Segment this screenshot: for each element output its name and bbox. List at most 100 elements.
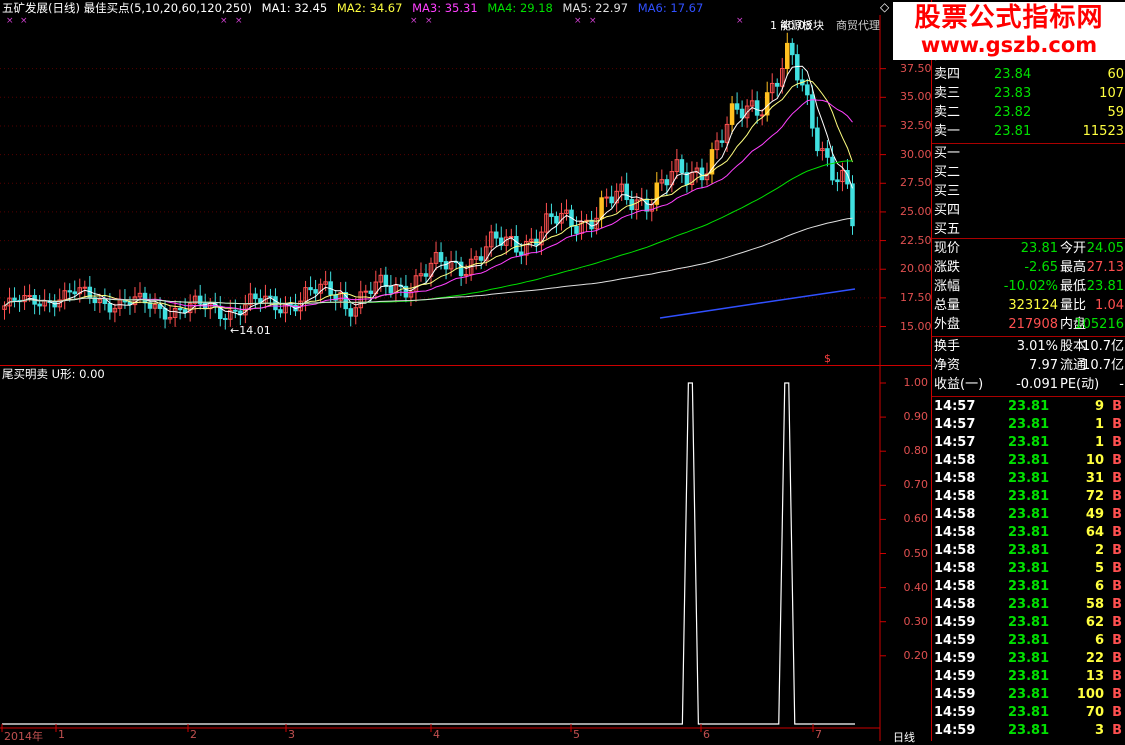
candle-body — [835, 179, 840, 183]
candle-body — [609, 196, 614, 204]
tick-row[interactable]: 14:59 23.81 62 B — [932, 614, 1125, 632]
price-chart[interactable]: × × × × × × × × × ←14.01 1 40.03 $ — [0, 0, 931, 366]
tick-price: 23.81 — [1008, 471, 1050, 486]
ask-row[interactable]: 卖三 23.83 107 — [932, 85, 1125, 103]
tick-row[interactable]: 14:58 23.81 58 B — [932, 596, 1125, 614]
ask-volume: 107 — [1099, 86, 1124, 101]
quote-value: 27.13 — [1086, 260, 1124, 275]
tick-time: 14:58 — [934, 507, 976, 522]
tick-row[interactable]: 14:59 23.81 22 B — [932, 650, 1125, 668]
ask-row[interactable]: 卖一 23.81 11523 — [932, 123, 1125, 141]
candle-body — [72, 291, 78, 295]
tick-row[interactable]: 14:59 23.81 13 B — [932, 668, 1125, 686]
ask-price: 23.84 — [994, 67, 1032, 82]
signal-mark: × — [235, 16, 243, 26]
tick-row[interactable]: 14:58 23.81 72 B — [932, 488, 1125, 506]
quote-label: 涨跌 — [934, 260, 961, 275]
price-tick: 20.00 — [900, 262, 932, 276]
price-tick: 25.00 — [900, 204, 932, 218]
tick-side: B — [1112, 705, 1122, 720]
signal-mark: × — [410, 16, 418, 26]
tick-row[interactable]: 14:59 23.81 6 B — [932, 632, 1125, 650]
tick-time: 14:59 — [934, 687, 976, 702]
tick-row[interactable]: 14:57 23.81 1 B — [932, 434, 1125, 452]
bid-label: 买五 — [934, 222, 961, 237]
quote-label: 最低 — [1060, 279, 1087, 294]
quote-value: -2.65 — [1024, 260, 1058, 275]
stat-value: 7.97 — [1029, 358, 1058, 373]
tick-row[interactable]: 14:57 23.81 9 B — [932, 398, 1125, 416]
date-label: 1 — [58, 728, 65, 741]
candle-body — [774, 82, 780, 87]
tick-row[interactable]: 14:58 23.81 2 B — [932, 542, 1125, 560]
tick-volume: 9 — [1094, 399, 1104, 414]
stat-label: 换手 — [934, 339, 961, 354]
ask-row[interactable]: 卖四 23.84 60 — [932, 66, 1125, 84]
bid-row[interactable]: 买四 — [932, 202, 1125, 220]
indicator-chart[interactable] — [0, 366, 931, 741]
stat-label: 收益(一) — [934, 377, 984, 392]
candle-body — [423, 273, 429, 277]
stat-label: PE(动) — [1060, 377, 1100, 392]
bid-row[interactable]: 买五 — [932, 221, 1125, 239]
tick-volume: 62 — [1085, 615, 1104, 630]
bid-row[interactable]: 买三 — [932, 183, 1125, 201]
tick-row[interactable]: 14:58 23.81 10 B — [932, 452, 1125, 470]
signal-mark: × — [589, 16, 597, 26]
candle-body — [679, 159, 685, 174]
tick-side: B — [1112, 489, 1122, 504]
tick-volume: 13 — [1085, 669, 1104, 684]
bid-label: 买二 — [934, 165, 961, 180]
candle-body — [729, 103, 735, 125]
price-tick: 32.50 — [900, 118, 932, 132]
bid-row[interactable]: 买二 — [932, 164, 1125, 182]
candle-body — [268, 295, 273, 298]
candle-body — [27, 295, 32, 298]
tick-row[interactable]: 14:58 23.81 49 B — [932, 506, 1125, 524]
tick-row[interactable]: 14:59 23.81 70 B — [932, 704, 1125, 722]
quote-label: 总量 — [934, 298, 961, 313]
tick-side: B — [1112, 525, 1122, 540]
tick-volume: 3 — [1094, 723, 1104, 738]
ask-volume: 11523 — [1082, 124, 1124, 139]
tick-price: 23.81 — [1008, 561, 1050, 576]
tick-row[interactable]: 14:58 23.81 6 B — [932, 578, 1125, 596]
tick-row[interactable]: 14:58 23.81 5 B — [932, 560, 1125, 578]
min-price-label: ←14.01 — [230, 324, 271, 337]
tick-volume: 49 — [1085, 507, 1104, 522]
candle-body — [493, 231, 499, 239]
period-label[interactable]: 日线 — [893, 729, 915, 745]
tick-side: B — [1112, 669, 1122, 684]
candle-body — [519, 251, 524, 256]
bid-row[interactable]: 买一 — [932, 145, 1125, 163]
tick-row[interactable]: 14:59 23.81 100 B — [932, 686, 1125, 704]
indicator-tick: 0.80 — [903, 444, 929, 458]
tick-row[interactable]: 14:58 23.81 31 B — [932, 470, 1125, 488]
indicator-tick: 0.20 — [903, 648, 929, 662]
tick-price: 23.81 — [1008, 723, 1050, 738]
candle-body — [162, 307, 168, 320]
tick-row[interactable]: 14:58 23.81 64 B — [932, 524, 1125, 542]
tick-time: 14:59 — [934, 723, 976, 738]
ask-row[interactable]: 卖二 23.82 59 — [932, 104, 1125, 122]
tick-time: 14:59 — [934, 651, 976, 666]
candle-body — [644, 198, 650, 212]
tick-time: 14:58 — [934, 489, 976, 504]
candle-body — [82, 286, 88, 289]
tick-volume: 2 — [1094, 543, 1104, 558]
ma6-line — [659, 288, 856, 319]
max-price-label: 1 40.03 — [770, 19, 812, 32]
indicator-tick: 0.70 — [903, 478, 929, 492]
stat-value: -0.091 — [1016, 377, 1058, 392]
ma-line — [4, 160, 853, 307]
candle-body — [739, 108, 745, 119]
candle-body — [12, 297, 17, 301]
tick-side: B — [1112, 615, 1122, 630]
stat-row: 净资 7.97 流通 10.7亿 — [932, 357, 1125, 375]
tick-row[interactable]: 14:57 23.81 1 B — [932, 416, 1125, 434]
bid-label: 买三 — [934, 184, 961, 199]
quote-value: 23.81 — [1020, 241, 1058, 256]
candle-body — [850, 183, 855, 227]
price-tick: 37.50 — [900, 61, 932, 75]
tick-row[interactable]: 14:59 23.81 3 B — [932, 722, 1125, 740]
